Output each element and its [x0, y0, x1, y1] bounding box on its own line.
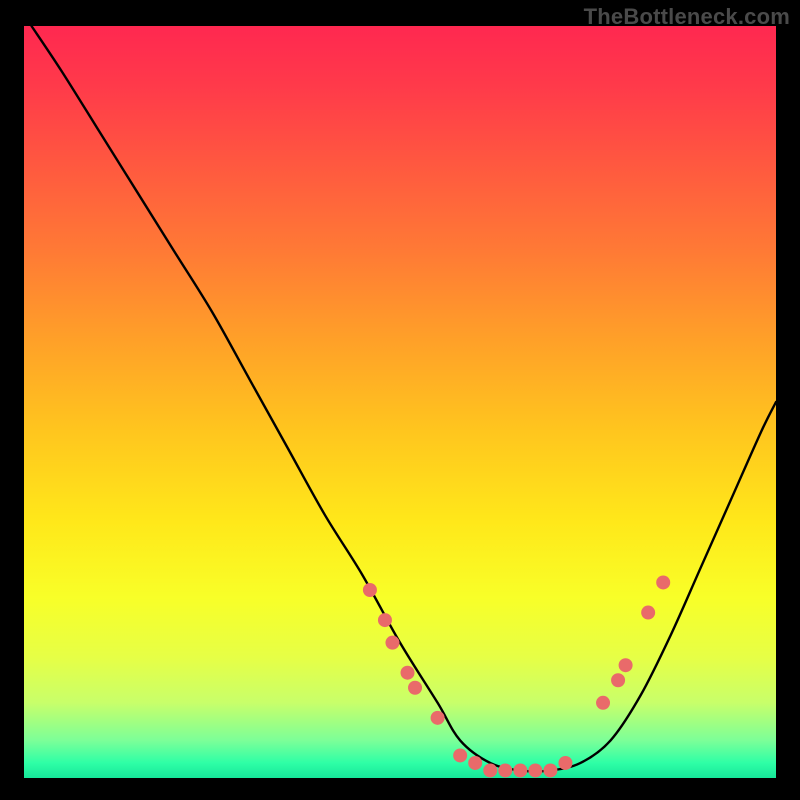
data-point	[611, 673, 625, 687]
highlighted-points	[363, 575, 670, 777]
data-point	[483, 763, 497, 777]
data-point	[543, 763, 557, 777]
chart-svg	[24, 26, 776, 778]
data-point	[619, 658, 633, 672]
data-point	[641, 606, 655, 620]
data-point	[431, 711, 445, 725]
data-point	[558, 756, 572, 770]
data-point	[528, 763, 542, 777]
plot-area	[24, 26, 776, 778]
data-point	[596, 696, 610, 710]
bottleneck-curve	[32, 26, 776, 771]
data-point	[363, 583, 377, 597]
watermark-text: TheBottleneck.com	[584, 4, 790, 30]
data-point	[378, 613, 392, 627]
data-point	[656, 575, 670, 589]
data-point	[385, 636, 399, 650]
data-point	[408, 681, 422, 695]
data-point	[513, 763, 527, 777]
data-point	[453, 748, 467, 762]
data-point	[401, 666, 415, 680]
data-point	[468, 756, 482, 770]
chart-frame: TheBottleneck.com	[0, 0, 800, 800]
data-point	[498, 763, 512, 777]
